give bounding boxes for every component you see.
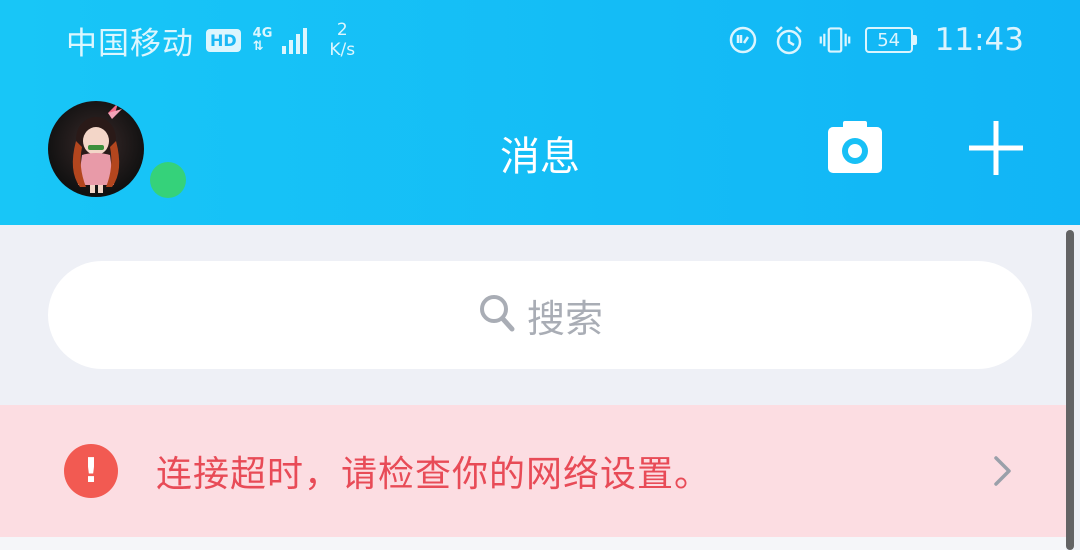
vibrate-icon xyxy=(819,24,851,56)
network-speed: 2 K/s xyxy=(329,20,355,60)
camera-icon xyxy=(827,118,883,178)
status-bar-left: 中国移动 HD 4G ⇅ 2 K/s xyxy=(66,18,355,62)
add-button[interactable] xyxy=(968,120,1024,180)
search-placeholder: 搜索 xyxy=(526,296,603,341)
chevron-right-icon xyxy=(988,451,1018,491)
status-time: 11:43 xyxy=(934,22,1024,58)
search-input[interactable]: 搜索 xyxy=(48,261,1032,369)
speed-value: 2 xyxy=(336,20,348,40)
speed-unit: K/s xyxy=(329,40,356,60)
scrollbar[interactable] xyxy=(1066,230,1074,550)
network-error-banner[interactable]: ! 连接超时，请检查你的网络设置。 xyxy=(0,405,1066,537)
status-bar-right: 54 11:43 xyxy=(727,18,1024,62)
carrier-name: 中国移动 xyxy=(66,25,194,62)
battery-level: 54 xyxy=(864,27,913,53)
data-saver-icon xyxy=(727,24,759,56)
top-header: 中国移动 HD 4G ⇅ 2 K/s 54 11:43 消息 xyxy=(0,0,1080,225)
data-arrows-icon: ⇅ xyxy=(252,39,264,54)
plus-icon xyxy=(968,120,1024,180)
network-error-message: 连接超时，请检查你的网络设置。 xyxy=(156,454,712,495)
exclamation-icon: ! xyxy=(64,444,118,498)
battery-indicator: 54 xyxy=(864,27,917,53)
camera-button[interactable] xyxy=(827,120,883,176)
alarm-icon xyxy=(773,24,805,56)
list-divider xyxy=(0,537,1066,550)
page-title: 消息 xyxy=(500,134,580,180)
signal-icon xyxy=(282,26,308,54)
hd-badge: HD xyxy=(206,28,241,52)
network-type: 4G ⇅ xyxy=(253,27,273,53)
search-icon xyxy=(477,291,517,339)
message-list-area: 搜索 ! 连接超时，请检查你的网络设置。 xyxy=(0,225,1080,550)
